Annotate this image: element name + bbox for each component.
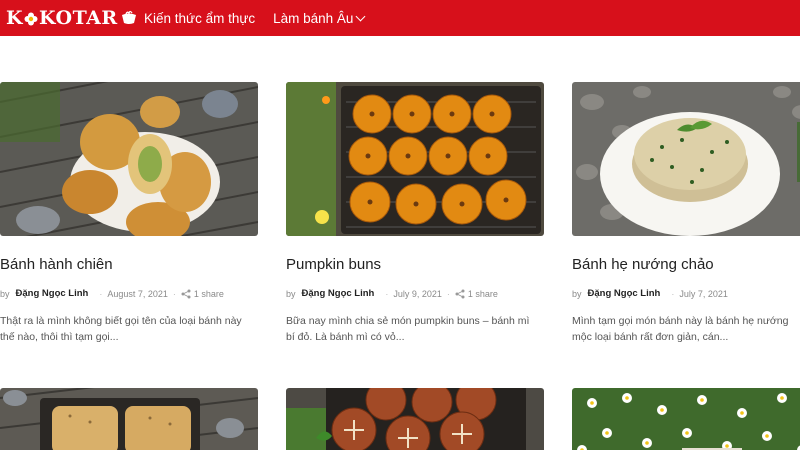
post-title[interactable]: Bánh hành chiên — [0, 256, 258, 274]
post-thumbnail[interactable] — [286, 388, 544, 450]
main-nav: Kiến thức ẩm thực Làm bánh Âu — [144, 0, 382, 36]
author-link[interactable]: Đặng Ngọc Linh — [16, 288, 89, 299]
post-excerpt: Bữa nay mình chia sẻ món pumpkin buns – … — [286, 315, 530, 343]
post-excerpt: Mình tạm gọi món bánh này là bánh hẹ nướ… — [572, 315, 789, 343]
post-title[interactable]: Bánh hẹ nướng chảo — [572, 256, 800, 274]
post-date: August 7, 2021 — [107, 288, 168, 299]
nav-item-european-baking[interactable]: Làm bánh Âu — [273, 10, 366, 26]
site-logo[interactable]: K KOTAR — [6, 6, 138, 30]
post-date: July 9, 2021 — [393, 288, 442, 299]
separator: · — [671, 288, 675, 299]
post-thumbnail[interactable] — [572, 82, 800, 236]
post-title[interactable]: Pumpkin buns — [286, 256, 544, 274]
nav-label: Kiến thức ẩm thực — [144, 10, 256, 26]
nav-label: Làm bánh Âu — [273, 10, 354, 26]
teacup-icon — [121, 10, 136, 24]
post-date: July 7, 2021 — [679, 288, 728, 299]
post-card: Bánh hành chiên by Đặng Ngọc Linh · Augu… — [0, 82, 258, 345]
share-icon — [181, 289, 191, 298]
post-excerpt: Thật ra là mình không biết gọi tên của l… — [0, 315, 242, 343]
by-label: by — [286, 288, 296, 299]
by-label: by — [0, 288, 10, 299]
author-link[interactable]: Đặng Ngọc Linh — [588, 288, 661, 299]
separator: · — [385, 288, 389, 299]
post-card: Pumpkin buns by Đặng Ngọc Linh · July 9,… — [286, 82, 544, 345]
author-link[interactable]: Đặng Ngọc Linh — [302, 288, 375, 299]
post-thumbnail[interactable] — [0, 388, 258, 450]
nav-item-culinary-knowledge[interactable]: Kiến thức ẩm thực — [144, 11, 255, 26]
chevron-down-icon — [355, 11, 366, 21]
scored-buns-photo — [286, 388, 544, 450]
chive-pancakes-photo — [572, 82, 800, 236]
share-count[interactable]: 1 share — [194, 289, 224, 299]
post-meta: by Đặng Ngọc Linh · August 7, 2021 · 1 s… — [0, 288, 258, 299]
share-icon — [455, 289, 465, 298]
post-meta: by Đặng Ngọc Linh · July 7, 2021 — [572, 288, 800, 299]
post-meta: by Đặng Ngọc Linh · July 9, 2021 · 1 sha… — [286, 288, 544, 299]
post-card: Bánh hẹ nướng chảo by Đặng Ngọc Linh · J… — [572, 82, 800, 345]
daisies-photo — [572, 388, 800, 450]
post-thumbnail[interactable] — [572, 388, 800, 450]
site-header: K KOTAR Kiến thức ẩm thực Làm bánh Âu — [0, 0, 800, 36]
bread-loaves-photo — [0, 388, 258, 450]
separator: · — [172, 288, 176, 299]
separator: · — [446, 288, 450, 299]
flower-icon — [24, 12, 38, 26]
pumpkin-buns-photo — [286, 82, 544, 236]
post-thumbnail[interactable] — [0, 82, 258, 236]
share-count[interactable]: 1 share — [468, 289, 498, 299]
fried-scallion-buns-photo — [0, 82, 258, 236]
logo-text-rest: KOTAR — [39, 7, 118, 29]
logo-text-k: K — [6, 7, 24, 29]
by-label: by — [572, 288, 582, 299]
post-thumbnail[interactable] — [286, 82, 544, 236]
separator: · — [99, 288, 103, 299]
